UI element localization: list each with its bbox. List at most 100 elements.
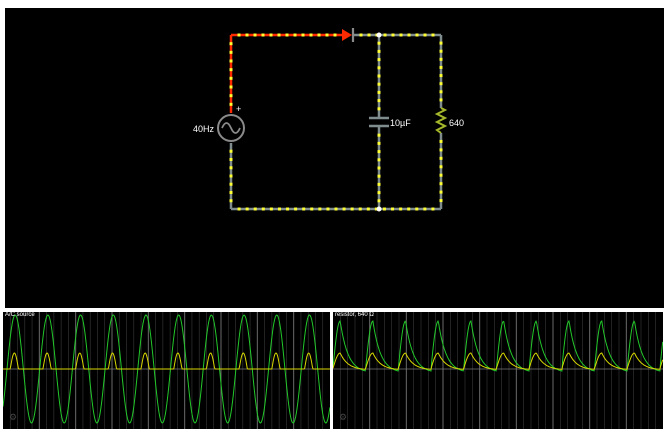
current-dot <box>261 207 265 211</box>
current-dot <box>415 207 419 211</box>
current-dot <box>350 207 354 211</box>
resistor-value-label: 640 <box>449 118 464 128</box>
current-dot <box>431 33 435 37</box>
canvas-background <box>5 8 664 308</box>
current-dot <box>377 199 381 203</box>
current-dot <box>261 33 265 37</box>
current-dot <box>229 102 233 106</box>
current-dot <box>229 42 233 46</box>
current-dot <box>377 174 381 178</box>
current-dot <box>431 207 435 211</box>
current-dot <box>309 33 313 37</box>
current-dot <box>407 207 411 211</box>
current-dot <box>377 41 381 45</box>
current-dot <box>439 139 443 143</box>
scope-resistor-plot <box>333 312 663 429</box>
current-dot <box>229 149 233 153</box>
scope-resistor[interactable]: resistor, 640 Ω ⚙ <box>333 312 663 429</box>
current-dot <box>377 191 381 195</box>
current-dot <box>377 158 381 162</box>
current-dot <box>415 33 419 37</box>
current-dot <box>318 207 322 211</box>
current-dot <box>310 207 314 211</box>
current-dot <box>253 33 257 37</box>
current-dot <box>359 33 363 37</box>
current-dot <box>229 94 233 98</box>
current-dot <box>245 207 249 211</box>
circuit-simulator-window: + 40Hz 10µF 640 A/C source ⚙ resistor, 6… <box>0 0 669 432</box>
current-dot <box>237 33 241 37</box>
current-dot <box>229 50 233 54</box>
current-dot <box>383 33 387 37</box>
current-dot <box>377 133 381 137</box>
current-dot <box>391 207 395 211</box>
current-dot <box>382 207 386 211</box>
current-dot <box>229 182 233 186</box>
current-dot <box>269 33 273 37</box>
current-dot <box>301 33 305 37</box>
current-dot <box>333 33 337 37</box>
current-dot <box>277 33 281 37</box>
current-dot <box>293 33 297 37</box>
current-dot <box>277 207 281 211</box>
current-dot <box>326 207 330 211</box>
scope-resistor-title: resistor, 640 Ω <box>335 312 374 318</box>
current-dot <box>286 207 290 211</box>
current-dot <box>399 33 403 37</box>
capacitor-value-label: 10µF <box>390 118 411 128</box>
scope-source-plot <box>3 312 330 429</box>
current-dot <box>358 207 362 211</box>
current-dot <box>439 156 443 160</box>
current-dot <box>377 90 381 94</box>
current-dot <box>377 99 381 103</box>
junction-node-top <box>376 32 382 38</box>
current-dot <box>439 165 443 169</box>
current-dot <box>377 166 381 170</box>
current-dot <box>237 207 241 211</box>
current-dot <box>377 82 381 86</box>
current-dot <box>439 148 443 152</box>
source-plus-mark: + <box>236 104 241 114</box>
current-dot <box>342 207 346 211</box>
current-dot <box>439 173 443 177</box>
current-dot <box>439 74 443 78</box>
current-dot <box>377 66 381 70</box>
current-dot <box>253 207 257 211</box>
gear-icon[interactable]: ⚙ <box>339 413 347 422</box>
current-dot <box>407 33 411 37</box>
current-dot <box>334 207 338 211</box>
gear-icon[interactable]: ⚙ <box>9 413 17 422</box>
current-dot <box>229 85 233 89</box>
current-dot <box>439 98 443 102</box>
current-dot <box>377 141 381 145</box>
scope-source-title: A/C source <box>5 312 35 318</box>
source-frequency-label: 40Hz <box>193 124 215 134</box>
current-dot <box>439 90 443 94</box>
current-dot <box>229 199 233 203</box>
current-dot <box>245 33 249 37</box>
current-dot <box>439 190 443 194</box>
current-dot <box>269 207 273 211</box>
current-dot <box>423 33 427 37</box>
current-dot <box>391 33 395 37</box>
scope-source-current-trace <box>3 352 330 370</box>
current-dot <box>377 107 381 111</box>
current-dot <box>377 150 381 154</box>
current-dot <box>229 158 233 161</box>
current-dot <box>439 41 443 45</box>
current-dot <box>439 82 443 86</box>
current-dot <box>377 58 381 62</box>
current-dot <box>325 33 329 37</box>
current-dot <box>367 33 371 37</box>
scope-source[interactable]: A/C source ⚙ <box>3 312 330 429</box>
current-dot <box>423 207 427 211</box>
current-dot <box>366 207 370 211</box>
current-dot <box>377 49 381 53</box>
current-dot <box>377 74 381 78</box>
current-dot <box>399 207 403 211</box>
current-dot <box>294 207 298 211</box>
current-dot <box>229 76 233 80</box>
current-dot <box>439 57 443 61</box>
current-dot <box>317 33 321 37</box>
current-dot <box>285 33 289 37</box>
